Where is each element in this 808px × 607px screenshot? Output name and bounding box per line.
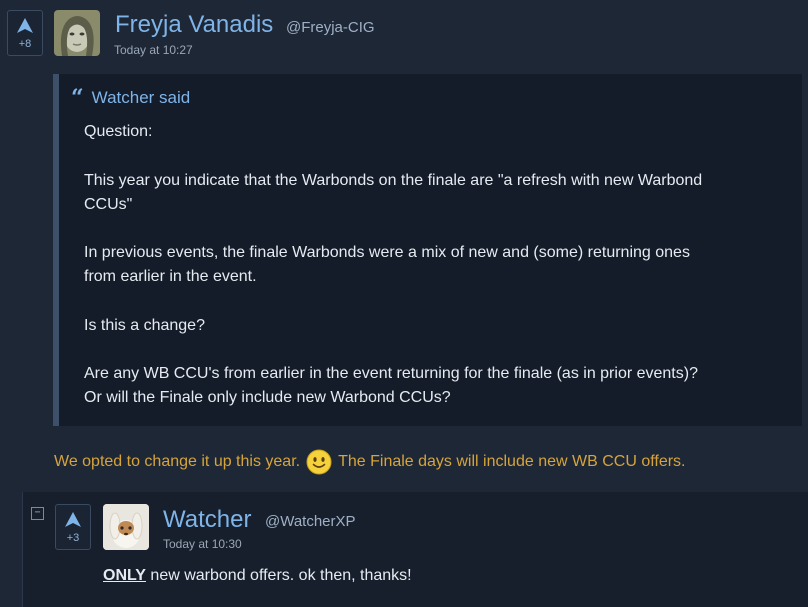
- avatar[interactable]: [54, 10, 100, 56]
- author-name[interactable]: Freyja Vanadis: [115, 11, 273, 39]
- quote-icon: “: [71, 85, 84, 111]
- quote-line: from earlier in the event.: [84, 268, 257, 285]
- quote-line: Or will the Finale only include new Warb…: [84, 389, 451, 406]
- upvote-arrow-icon[interactable]: [16, 17, 34, 35]
- author-name[interactable]: Watcher: [163, 506, 251, 534]
- child-reply-watcher: − +3 Watcher @WatcherXP Today at 10:30 O…: [22, 492, 808, 607]
- quote-author[interactable]: Watcher said: [92, 88, 191, 108]
- author-handle[interactable]: @WatcherXP: [265, 513, 356, 530]
- quote-header[interactable]: “ Watcher said: [71, 87, 190, 109]
- post-freyja: +8 Freyja Vanadis @Freyja-CIG Today at 1…: [0, 0, 808, 492]
- quote-line: Question:: [84, 123, 153, 140]
- avatar[interactable]: [103, 504, 149, 550]
- reply-text: We opted to change it up this year. The …: [54, 449, 685, 475]
- upvote-arrow-icon[interactable]: [64, 511, 82, 529]
- collapse-toggle[interactable]: −: [31, 507, 44, 520]
- smiley-icon: [306, 449, 332, 475]
- emphasis-text: ONLY: [103, 567, 146, 584]
- vote-count: +3: [66, 531, 80, 544]
- author-handle[interactable]: @Freyja-CIG: [286, 19, 375, 36]
- quote-line: Is this a change?: [84, 317, 205, 334]
- quote-line: CCUs": [84, 196, 133, 213]
- reply-body: ONLY new warbond offers. ok then, thanks…: [103, 567, 412, 585]
- reply-text-part: We opted to change it up this year.: [54, 453, 301, 470]
- quote-block: “ Watcher said Question: This year you i…: [53, 74, 802, 426]
- quote-line: In previous events, the finale Warbonds …: [84, 244, 690, 261]
- reply-body-text: new warbond offers. ok then, thanks!: [145, 567, 412, 584]
- post-timestamp[interactable]: Today at 10:30: [163, 537, 242, 551]
- vote-count: +8: [18, 37, 32, 50]
- post-timestamp[interactable]: Today at 10:27: [114, 43, 193, 57]
- reply-text-part: The Finale days will include new WB CCU …: [338, 453, 686, 470]
- upvote-widget[interactable]: +8: [7, 10, 43, 56]
- upvote-widget[interactable]: +3: [55, 504, 91, 550]
- quote-line: This year you indicate that the Warbonds…: [84, 172, 703, 189]
- quote-line: Are any WB CCU's from earlier in the eve…: [84, 365, 698, 382]
